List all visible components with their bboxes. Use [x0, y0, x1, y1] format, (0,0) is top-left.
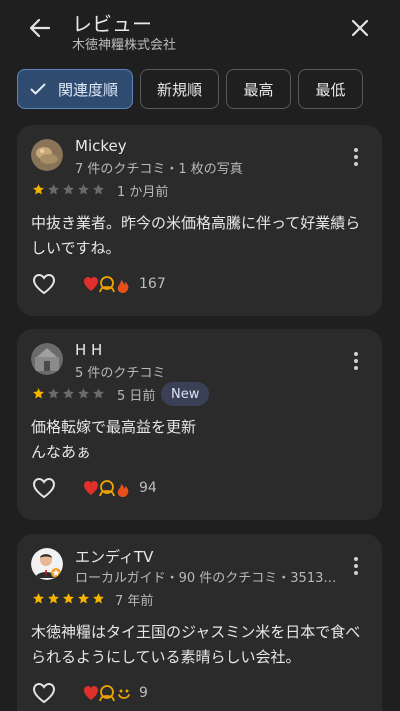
reaction-count: 167 [139, 276, 166, 292]
new-badge: New [161, 382, 210, 406]
reaction-count: 9 [139, 685, 148, 701]
reaction-emoji-icons[interactable] [83, 682, 133, 704]
reviewer-meta: 5 件のクチコミ [75, 366, 166, 381]
page-title: レビュー [72, 12, 152, 36]
review-text: 木徳神糧はタイ王国のジャスミン米を日本で食べられるようにしている素晴らしい会社。 [31, 623, 361, 666]
reviewer-name[interactable]: Mickey [75, 137, 127, 155]
reaction-count: 94 [139, 480, 157, 496]
check-icon [30, 83, 46, 95]
like-heart-icon[interactable] [31, 475, 57, 501]
star-filled-icon [78, 593, 89, 604]
close-icon[interactable] [346, 14, 374, 42]
reviewer-name[interactable]: H H [75, 341, 102, 359]
avatar[interactable] [31, 343, 63, 375]
star-empty-icon [78, 388, 89, 399]
reactions-row: 167 [31, 271, 166, 297]
star-filled-icon [93, 593, 104, 604]
page-subtitle: 木徳神糧株式会社 [72, 38, 177, 53]
star-empty-icon [63, 388, 74, 399]
filter-chips: 関連度順 新規順 最高 最低 [17, 69, 364, 109]
star-filled-icon [33, 593, 44, 604]
review-date: 5 日前 [117, 389, 156, 404]
review-card: エンディTV ローカルガイド・90 件のクチコミ・3513… 7 年前 木徳神糧… [17, 534, 382, 711]
star-empty-icon [63, 184, 74, 195]
like-heart-icon[interactable] [31, 680, 57, 706]
reaction-emoji-icons[interactable] [83, 273, 133, 295]
star-empty-icon [78, 184, 89, 195]
filter-newest-chip[interactable]: 新規順 [140, 69, 220, 109]
filter-highest-chip[interactable]: 最高 [226, 69, 292, 109]
star-empty-icon [48, 184, 59, 195]
header: レビュー 木徳神糧株式会社 [0, 0, 400, 58]
back-arrow-icon[interactable] [24, 14, 56, 42]
review-card: Mickey 7 件のクチコミ・1 枚の写真 1 か月前 中抜き業者。昨今の米価… [17, 125, 382, 316]
star-empty-icon [93, 184, 104, 195]
more-options-icon[interactable] [346, 554, 366, 578]
star-filled-icon [48, 593, 59, 604]
star-empty-icon [93, 388, 104, 399]
avatar[interactable] [31, 139, 63, 171]
reactions-row: 94 [31, 475, 157, 501]
reviewer-name[interactable]: エンディTV [75, 546, 153, 567]
reaction-emoji-icons[interactable] [83, 477, 133, 499]
review-date: 1 か月前 [117, 185, 169, 200]
filter-newest-label: 新規順 [157, 80, 203, 99]
star-rating [32, 387, 105, 400]
star-filled-icon [33, 184, 44, 195]
more-options-icon[interactable] [346, 145, 366, 169]
reviewer-meta: ローカルガイド・90 件のクチコミ・3513… [75, 571, 337, 586]
reactions-row: 9 [31, 680, 148, 706]
review-card: H H 5 件のクチコミ 5 日前 New 価格転嫁で最高益を更新 んなあぁ 9… [17, 329, 382, 520]
more-options-icon[interactable] [346, 349, 366, 373]
filter-relevance-chip[interactable]: 関連度順 [17, 69, 134, 109]
star-filled-icon [63, 593, 74, 604]
star-filled-icon [33, 388, 44, 399]
filter-lowest-chip[interactable]: 最低 [298, 69, 364, 109]
review-text: 中抜き業者。昨今の米価格高騰に伴って好業績らしいですね。 [31, 214, 361, 257]
like-heart-icon[interactable] [31, 271, 57, 297]
star-rating [32, 592, 105, 605]
star-rating [32, 183, 105, 196]
filter-relevance-label: 関連度順 [58, 80, 119, 99]
avatar[interactable] [31, 548, 63, 580]
reviewer-meta: 7 件のクチコミ・1 枚の写真 [75, 162, 243, 177]
star-empty-icon [48, 388, 59, 399]
review-date: 7 年前 [115, 594, 154, 609]
filter-highest-label: 最高 [243, 80, 274, 99]
filter-lowest-label: 最低 [315, 80, 346, 99]
review-text: 価格転嫁で最高益を更新 んなあぁ [31, 418, 197, 461]
